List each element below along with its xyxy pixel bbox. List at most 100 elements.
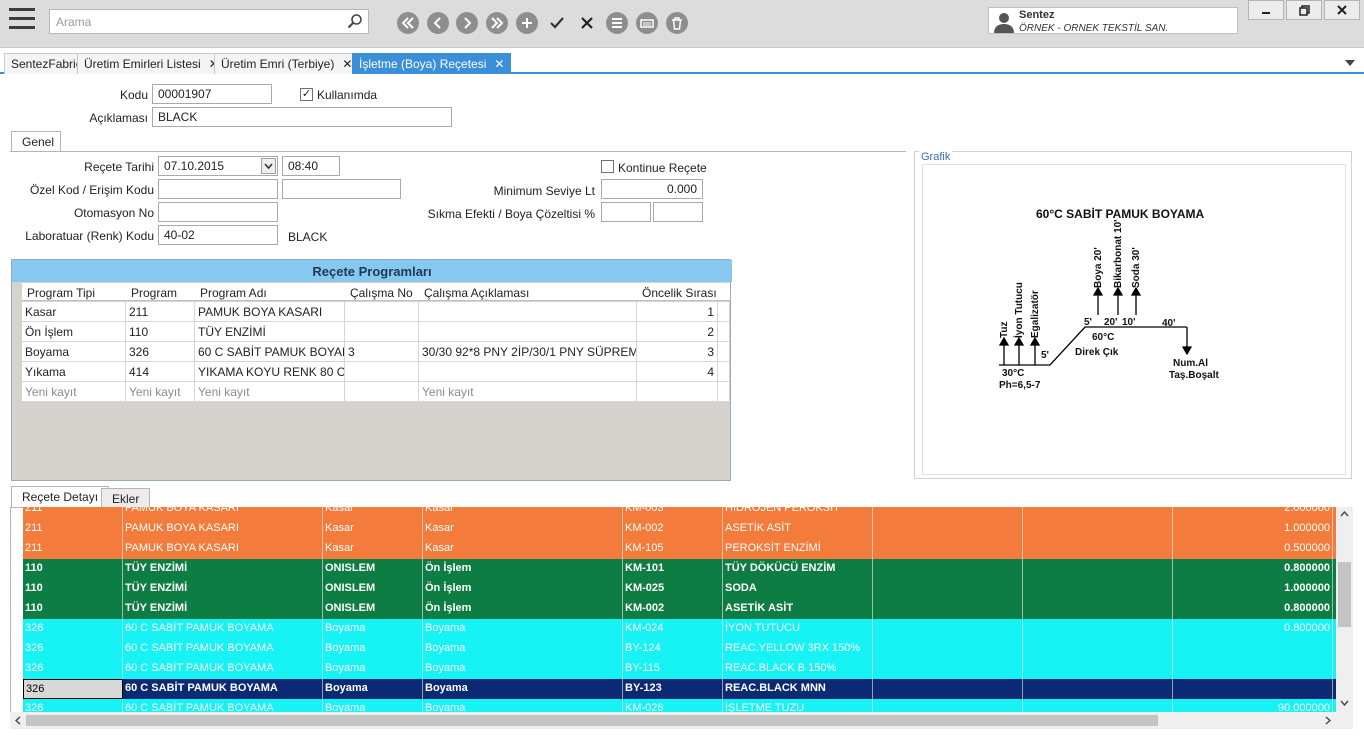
detail-cell[interactable]: Boyama — [323, 679, 423, 699]
kodu-field[interactable]: 00001907 — [152, 84, 272, 104]
detail-cell[interactable]: REAC.BLACK MNN — [723, 679, 873, 699]
program-row[interactable]: Ön İşlem 110 TÜY ENZİMİ 2 — [22, 322, 730, 342]
program-cell[interactable]: Yeni kayıt — [195, 382, 345, 402]
detail-cell[interactable]: Boyama — [323, 639, 423, 659]
tab-genel[interactable]: Genel — [11, 131, 61, 152]
detail-cell[interactable]: TÜY ENZİMİ — [123, 579, 323, 599]
sikma-efekti-field[interactable] — [601, 202, 651, 222]
detail-cell[interactable]: 0.800000 — [1173, 559, 1333, 579]
detail-cell[interactable]: TÜY ENZİMİ — [123, 559, 323, 579]
program-cell[interactable]: Kasar — [22, 302, 126, 322]
detail-cell[interactable] — [873, 539, 1023, 559]
program-cell[interactable] — [345, 322, 419, 342]
program-cell-spacer[interactable] — [718, 362, 730, 382]
detail-row[interactable]: 110 TÜY ENZİMİ ONISLEM Ön İşlem KM-025 SODA 1.… — [23, 579, 1347, 599]
program-cell[interactable]: Yıkama — [22, 362, 126, 382]
detail-cell[interactable]: 211 — [23, 519, 123, 539]
detail-cell[interactable]: 60 C SABİT PAMUK BOYAMA — [123, 619, 323, 639]
detail-cell[interactable]: PAMUK BOYA KASARI — [123, 507, 323, 519]
tab-sentezfabric[interactable]: SentezFabric — [4, 53, 89, 74]
horizontal-scrollbar[interactable] — [10, 712, 1353, 729]
detail-cell[interactable]: Kasar — [423, 519, 623, 539]
detail-cell[interactable]: KM-105 — [623, 539, 723, 559]
detail-row[interactable]: 211 PAMUK BOYA KASARI Kasar Kasar KM-002 ASET… — [23, 519, 1347, 539]
detail-cell[interactable] — [1173, 659, 1333, 679]
detail-cell[interactable]: KM-002 — [623, 519, 723, 539]
program-cell[interactable]: 2 — [637, 322, 718, 342]
program-cell-spacer[interactable] — [718, 342, 730, 362]
detail-cell[interactable]: Kasar — [423, 507, 623, 519]
detail-cell[interactable]: REAC.YELLOW 3RX 150% — [723, 639, 873, 659]
detail-cell[interactable]: SODA — [723, 579, 873, 599]
detail-cell[interactable]: HİDROJEN PEROKSİT — [723, 507, 873, 519]
horizontal-scroll-thumb[interactable] — [26, 715, 1158, 726]
new-record-row[interactable]: Yeni kayıt Yeni kayıt Yeni kayıt Yeni kayıt — [22, 382, 730, 402]
detail-cell[interactable]: 60 C SABİT PAMUK BOYAMA — [123, 679, 323, 699]
detail-cell[interactable]: ASETİK ASİT — [723, 599, 873, 619]
tab-isletme-boya-recetesi[interactable]: İşletme (Boya) Reçetesi ✕ — [352, 53, 512, 74]
user-box[interactable]: Sentez ÖRNEK - ORNEK TEKSTİL SAN. — [988, 7, 1238, 34]
close-tab-icon[interactable]: ✕ — [494, 57, 504, 71]
detail-cell[interactable]: 110 — [23, 599, 123, 619]
detail-cell[interactable]: 60 C SABİT PAMUK BOYAMA — [123, 659, 323, 679]
search-input[interactable]: Arama — [49, 9, 369, 34]
detail-cell[interactable]: KM-101 — [623, 559, 723, 579]
detail-cell[interactable]: KM-024 — [623, 619, 723, 639]
detail-cell[interactable] — [873, 599, 1023, 619]
detail-cell[interactable]: PAMUK BOYA KASARI — [123, 519, 323, 539]
detail-row[interactable]: 326 60 C SABİT PAMUK BOYAMA Boyama Boyama KM… — [23, 619, 1347, 639]
scroll-right-icon[interactable] — [1325, 716, 1331, 725]
detail-cell[interactable]: Boyama — [423, 619, 623, 639]
detail-cell[interactable]: Ön İşlem — [423, 559, 623, 579]
detail-cell[interactable]: Ön İşlem — [423, 579, 623, 599]
detail-cell[interactable] — [873, 519, 1023, 539]
detail-cell[interactable]: 0.800000 — [1173, 599, 1333, 619]
detail-cell[interactable]: Kasar — [323, 539, 423, 559]
detail-cell[interactable]: 326 — [23, 659, 123, 679]
detail-cell[interactable]: KM-025 — [623, 579, 723, 599]
detail-cell[interactable]: 110 — [23, 579, 123, 599]
recete-tarihi-field[interactable]: 07.10.2015 — [158, 156, 278, 176]
detail-cell[interactable]: KM-002 — [623, 599, 723, 619]
program-cell[interactable] — [419, 322, 637, 342]
program-cell[interactable]: TÜY ENZİMİ — [195, 322, 345, 342]
delete-icon[interactable] — [666, 12, 688, 34]
detail-cell[interactable] — [1023, 539, 1173, 559]
otomasyon-field[interactable] — [158, 202, 278, 222]
detail-cell[interactable] — [873, 659, 1023, 679]
detail-cell[interactable]: 2.000000 — [1173, 507, 1333, 519]
detail-cell[interactable]: 110 — [23, 559, 123, 579]
detail-cell[interactable]: Boyama — [323, 659, 423, 679]
program-cell[interactable]: 326 — [126, 342, 195, 362]
detail-cell[interactable] — [873, 579, 1023, 599]
minimize-icon[interactable] — [1248, 0, 1284, 20]
restore-icon[interactable] — [1286, 0, 1322, 20]
detail-cell[interactable]: 1.000000 — [1173, 579, 1333, 599]
last-page-icon[interactable] — [486, 12, 508, 34]
program-cell[interactable]: 110 — [126, 322, 195, 342]
detail-cell[interactable]: Boyama — [323, 619, 423, 639]
lab-kodu-field[interactable]: 40-02 — [158, 225, 278, 245]
program-cell[interactable]: 1 — [637, 302, 718, 322]
program-cell[interactable] — [345, 302, 419, 322]
col-program-tipi[interactable]: Program Tipi — [27, 286, 95, 300]
detail-cell[interactable]: 326 — [23, 639, 123, 659]
program-row[interactable]: Kasar 211 PAMUK BOYA KASARI 1 — [22, 302, 730, 322]
detail-cell[interactable]: Boyama — [423, 639, 623, 659]
program-row[interactable]: Boyama 326 60 C SABİT PAMUK BOYAMA 3 30/30 9… — [22, 342, 730, 362]
detail-cell[interactable]: ONISLEM — [323, 559, 423, 579]
detail-cell[interactable]: TÜY ENZİMİ — [123, 599, 323, 619]
program-cell[interactable]: 211 — [126, 302, 195, 322]
detail-row[interactable]: 326 60 C SABİT PAMUK BOYAMA Boyama Boyama BY… — [23, 659, 1347, 679]
detail-cell[interactable]: ASETİK ASİT — [723, 519, 873, 539]
col-oncelik-sirasi[interactable]: Öncelik Sırası — [642, 286, 726, 300]
detail-cell[interactable]: BY-124 — [623, 639, 723, 659]
program-cell[interactable]: 4 — [637, 362, 718, 382]
program-cell[interactable]: 3 — [345, 342, 419, 362]
detail-cell[interactable] — [873, 507, 1023, 519]
close-window-icon[interactable] — [1324, 0, 1360, 20]
program-cell[interactable]: 414 — [126, 362, 195, 382]
detail-cell[interactable] — [1023, 579, 1173, 599]
detail-cell[interactable] — [1023, 559, 1173, 579]
detail-cell[interactable]: 0.800000 — [1173, 619, 1333, 639]
